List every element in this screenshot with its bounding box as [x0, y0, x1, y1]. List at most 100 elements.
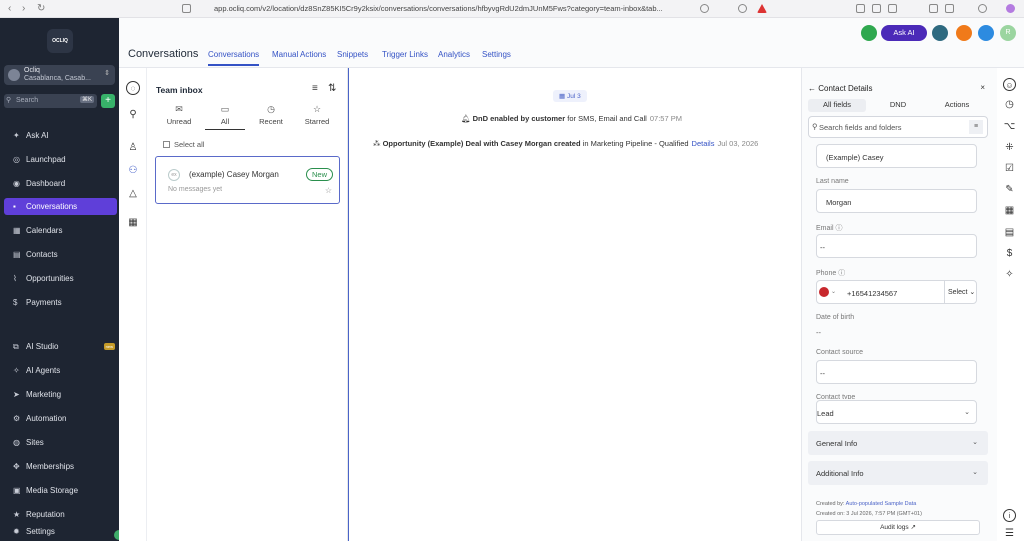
sidebar-item-sites[interactable]: ◍ Sites — [4, 434, 117, 451]
dollar-icon[interactable]: $ — [1003, 247, 1016, 260]
calendar-icon[interactable]: ▦ — [1003, 204, 1016, 217]
additional-info-accordion[interactable]: Additional Info ⌄ — [808, 461, 988, 485]
back-icon[interactable]: ‹ — [8, 3, 11, 14]
sidebar-item-memberships[interactable]: ✥ Memberships — [4, 458, 117, 475]
profile-icon[interactable] — [1006, 4, 1015, 13]
last-name-field[interactable]: Morgan — [816, 189, 977, 213]
tab-manual-actions[interactable]: Manual Actions — [272, 50, 326, 59]
tab-snippets[interactable]: Snippets — [337, 50, 368, 59]
tab-actions[interactable]: Actions — [928, 99, 986, 112]
tab-dnd[interactable]: DND — [869, 99, 927, 112]
bell-icon[interactable] — [956, 25, 972, 41]
tab-conversations[interactable]: Conversations — [208, 50, 260, 66]
phone-icon[interactable] — [861, 25, 877, 41]
info-icon[interactable]: i — [1003, 509, 1016, 522]
location-switcher[interactable]: Ocliq Casablanca, Casab... ⇕ — [4, 65, 115, 85]
vpn-icon[interactable] — [978, 4, 987, 13]
sidebar-item-contacts[interactable]: ▤ Contacts — [4, 246, 117, 263]
user-avatar[interactable]: R — [1000, 25, 1016, 41]
triangle-icon[interactable]: △ — [126, 187, 140, 201]
quick-add-button[interactable]: + — [101, 94, 115, 108]
sidebar-item-dashboard[interactable]: ◉ Dashboard — [4, 175, 117, 192]
sparkle-icon[interactable]: ✧ — [1003, 268, 1016, 281]
info-icon: ⓘ — [838, 270, 846, 277]
sidebar-item-settings[interactable]: ✹ Settings — [4, 523, 117, 540]
phone-field[interactable]: ⌄ +16541234567 Select ⌄ — [816, 280, 977, 304]
address-bar[interactable]: app.ocliq.com/v2/location/dz8SnZ85KI5Cr9… — [214, 4, 690, 13]
audit-logs-button[interactable]: Audit logs ↗ — [816, 520, 980, 535]
tab-settings[interactable]: Settings — [482, 50, 511, 59]
dob-value[interactable]: -- — [816, 328, 821, 337]
sidebar-item-payments[interactable]: $ Payments — [4, 294, 117, 311]
arrow-left-icon[interactable]: ← — [808, 84, 818, 93]
contact-type-select[interactable]: Lead ⌄ — [816, 400, 977, 424]
search-icon[interactable]: ⚲ — [126, 108, 140, 122]
extension-icon[interactable] — [856, 4, 865, 13]
tabs-icon[interactable] — [945, 4, 954, 13]
chat-icon: ▪ — [13, 202, 16, 211]
sidebar-toggle-icon[interactable] — [929, 4, 938, 13]
filter-recent[interactable]: ◷ Recent — [251, 104, 291, 126]
conversation-card[interactable]: ex (example) Casey Morgan New No message… — [155, 156, 340, 204]
phone-type-select[interactable]: Select ⌄ — [944, 281, 975, 303]
tab-all-fields[interactable]: All fields — [808, 99, 866, 112]
screenshot-icon[interactable] — [888, 4, 897, 13]
chat-bubble-icon[interactable]: ◌ — [126, 81, 140, 95]
filter-all[interactable]: ▭ All — [205, 104, 245, 130]
calendar-icon[interactable]: ▦ — [126, 216, 140, 230]
help-icon[interactable] — [978, 25, 994, 41]
contact-profile-icon[interactable]: ☺ — [1003, 78, 1016, 91]
sidebar-item-automation[interactable]: ⚙ Automation — [4, 410, 117, 427]
document-icon[interactable]: ▤ — [1003, 226, 1016, 239]
sidebar-item-media-storage[interactable]: ▣ Media Storage — [4, 482, 117, 499]
checkbox[interactable] — [163, 141, 170, 148]
history-icon[interactable] — [700, 4, 709, 13]
tab-trigger-links[interactable]: Trigger Links — [382, 50, 428, 59]
flag-icon[interactable] — [819, 287, 829, 297]
person-icon[interactable]: ♙ — [126, 141, 140, 155]
warning-icon[interactable] — [757, 4, 767, 13]
email-field[interactable]: -- — [816, 234, 977, 258]
sidebar-item-launchpad[interactable]: ◎ Launchpad — [4, 151, 117, 168]
grid-icon[interactable]: ⁜ — [1003, 141, 1016, 154]
sidebar-item-ai-agents[interactable]: ✧ AI Agents — [4, 362, 117, 379]
select-all-checkbox[interactable]: Select all — [163, 140, 204, 149]
sidebar-item-reputation[interactable]: ★ Reputation — [4, 506, 117, 523]
contact-source-field[interactable]: -- — [816, 360, 977, 384]
ask-ai-button[interactable]: Ask AI — [881, 25, 927, 41]
reload-icon[interactable]: ↻ — [37, 3, 45, 14]
notifications-feed-icon[interactable] — [932, 25, 948, 41]
star-icon[interactable]: ☆ — [325, 186, 332, 195]
task-icon[interactable]: ☑ — [1003, 162, 1016, 175]
panel-title: ← Contact Details — [808, 84, 873, 93]
filter-icon[interactable]: ≡ — [969, 120, 983, 134]
menu-icon[interactable]: ☰ — [1003, 527, 1016, 540]
sidebar-item-calendars[interactable]: ▦ Calendars — [4, 222, 117, 239]
sidebar-item-marketing[interactable]: ➤ Marketing — [4, 386, 117, 403]
sidebar-item-ask-ai[interactable]: ✦ Ask AI — [4, 127, 117, 144]
details-link[interactable]: Details — [692, 139, 715, 148]
first-name-field[interactable]: (Example) Casey — [816, 144, 977, 168]
field-search-input[interactable]: ⚲ Search fields and folders ≡ — [808, 116, 988, 138]
created-by-link[interactable]: Auto-populated Sample Data — [846, 501, 917, 507]
shield-icon[interactable] — [738, 4, 747, 13]
filter-icon[interactable]: ≡ — [312, 83, 318, 94]
forward-icon[interactable]: › — [22, 3, 25, 14]
sidebar-item-ai-studio[interactable]: ⧉ AI Studio new — [4, 338, 117, 355]
filter-unread[interactable]: ✉ Unread — [159, 104, 199, 126]
sidebar-item-conversations[interactable]: ▪ Conversations — [4, 198, 117, 215]
general-info-accordion[interactable]: General Info ⌄ — [808, 431, 988, 455]
chevron-down-icon[interactable]: ⌄ — [831, 288, 836, 295]
workflow-icon[interactable]: ⌥ — [1003, 120, 1016, 133]
sort-icon[interactable]: ⇅ — [328, 83, 336, 94]
filter-starred[interactable]: ☆ Starred — [297, 104, 337, 126]
bookmark-icon[interactable] — [182, 4, 191, 13]
team-icon[interactable]: ⚇ — [126, 164, 140, 178]
close-icon[interactable]: × — [980, 83, 985, 92]
history-icon[interactable]: ◷ — [1003, 98, 1016, 111]
sidebar-search[interactable]: ⚲ Search ⌘K — [4, 94, 97, 108]
sidebar-item-opportunities[interactable]: ⌇ Opportunities — [4, 270, 117, 287]
tab-analytics[interactable]: Analytics — [438, 50, 470, 59]
pencil-icon[interactable]: ✎ — [1003, 183, 1016, 196]
camera-icon[interactable] — [872, 4, 881, 13]
